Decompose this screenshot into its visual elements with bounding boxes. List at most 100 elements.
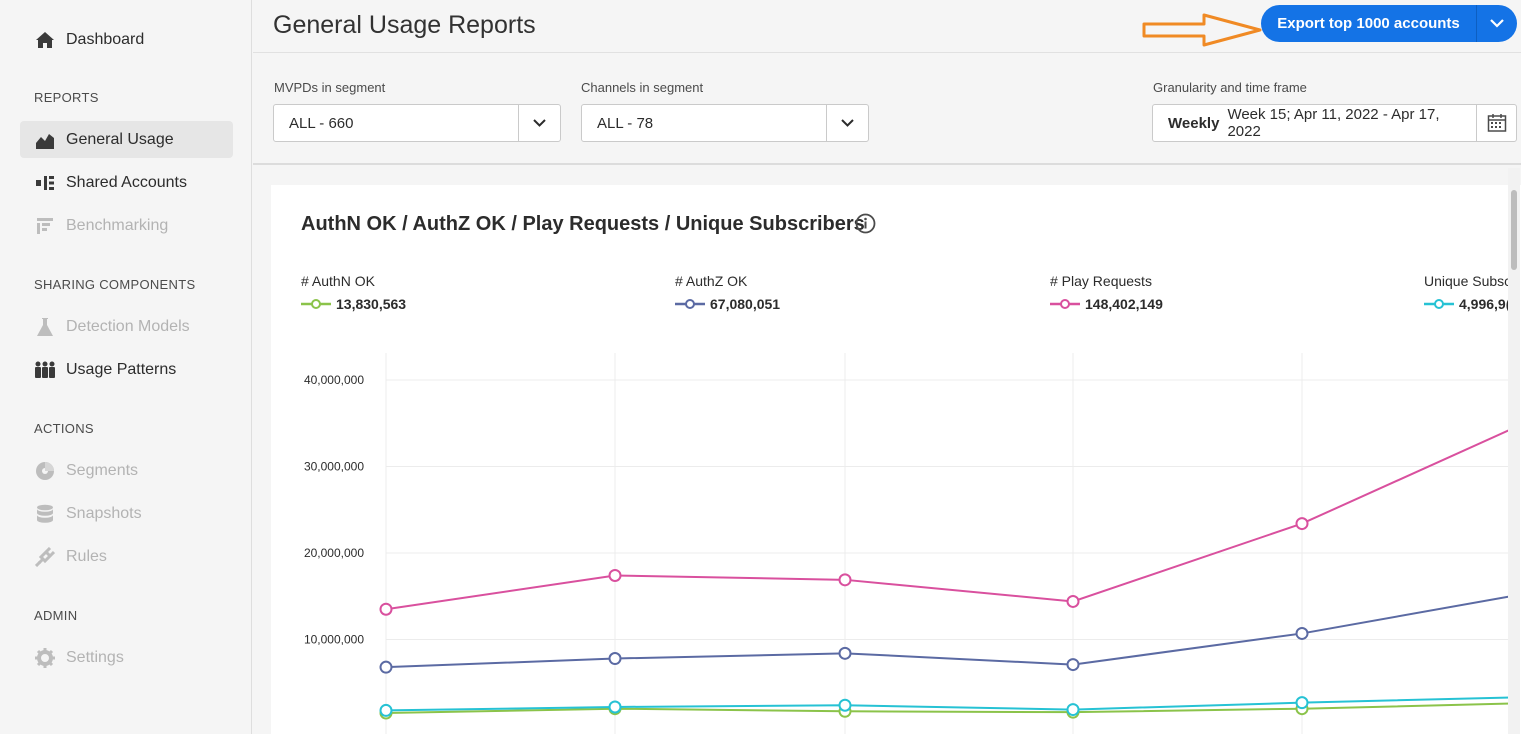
area-chart-icon	[34, 129, 56, 151]
data-point[interactable]	[1295, 626, 1309, 640]
sidebar-item-usage-patterns[interactable]: Usage Patterns	[20, 351, 233, 388]
sidebar-item-rules[interactable]: Rules	[20, 538, 233, 575]
channels-picker[interactable]: ALL - 78	[581, 104, 869, 142]
mvpds-value: ALL - 660	[289, 114, 354, 132]
sidebar-item-general-usage[interactable]: General Usage	[20, 121, 233, 158]
chevron-down-icon	[518, 105, 560, 141]
legend-label: # AuthN OK	[301, 273, 375, 289]
main-content: General Usage Reports Export top 1000 ac…	[253, 0, 1521, 734]
legend-authz: # AuthZ OK 67,080,051	[675, 273, 780, 312]
section-admin: ADMIN	[34, 608, 78, 623]
legend-swatch	[675, 299, 705, 309]
section-reports: REPORTS	[34, 90, 99, 105]
data-point[interactable]	[379, 703, 393, 717]
section-actions: ACTIONS	[34, 421, 94, 436]
filters-divider	[253, 163, 1521, 165]
sidebar-item-settings[interactable]: Settings	[20, 639, 233, 676]
plug-icon	[34, 546, 56, 568]
data-point[interactable]	[608, 568, 622, 582]
sidebar-item-snapshots[interactable]: Snapshots	[20, 495, 233, 532]
page-title: General Usage Reports	[273, 11, 536, 39]
app-window: Dashboard REPORTS General Usage Shared A…	[0, 0, 1521, 734]
legend-total: 13,830,563	[301, 296, 406, 312]
sidebar-item-label: Dashboard	[66, 30, 145, 48]
data-point[interactable]	[838, 698, 852, 712]
legend-label: Unique Subscr	[1424, 273, 1516, 289]
sidebar-item-label: Usage Patterns	[66, 360, 177, 378]
data-point[interactable]	[608, 700, 622, 714]
legend-total: 148,402,149	[1050, 296, 1163, 312]
data-point[interactable]	[1066, 594, 1080, 608]
scrollbar-thumb[interactable]	[1511, 190, 1517, 270]
granularity-timeframe-picker[interactable]: Weekly Week 15; Apr 11, 2022 - Apr 17, 2…	[1152, 104, 1517, 142]
benchmark-icon	[34, 215, 56, 237]
section-sharing-components: SHARING COMPONENTS	[34, 277, 196, 292]
sidebar-item-label: General Usage	[66, 130, 174, 148]
legend-label: # Play Requests	[1050, 273, 1152, 289]
chevron-down-icon	[826, 105, 868, 141]
sidebar: Dashboard REPORTS General Usage Shared A…	[0, 0, 252, 734]
sidebar-item-label: Snapshots	[66, 504, 142, 522]
channels-value: ALL - 78	[597, 114, 654, 132]
orange-arrow-annotation	[1142, 13, 1262, 47]
sidebar-item-label: Rules	[66, 547, 107, 565]
data-point[interactable]	[608, 652, 622, 666]
y-tick-label: 10,000,000	[304, 633, 364, 647]
export-top-accounts-button[interactable]: Export top 1000 accounts	[1261, 5, 1517, 42]
data-point[interactable]	[1066, 658, 1080, 672]
legend-total: 4,996,9(	[1424, 296, 1521, 312]
y-tick-label: 40,000,000	[304, 373, 364, 387]
calendar-icon[interactable]	[1476, 105, 1516, 141]
sidebar-item-label: Shared Accounts	[66, 173, 187, 191]
sidebar-item-label: Segments	[66, 461, 139, 479]
legend-play-requests: # Play Requests 148,402,149	[1050, 273, 1163, 312]
segments-icon	[34, 460, 56, 482]
line-chart: 10,000,000 20,000,000 30,000,000 40,000,000	[304, 353, 1511, 734]
mvpds-picker[interactable]: ALL - 660	[273, 104, 561, 142]
legend-label: # AuthZ OK	[675, 273, 748, 289]
mvpds-label: MVPDs in segment	[274, 80, 386, 95]
info-icon[interactable]	[855, 213, 876, 234]
export-button-label: Export top 1000 accounts	[1261, 5, 1477, 42]
legend-swatch	[1050, 299, 1080, 309]
sidebar-item-benchmarking[interactable]: Benchmarking	[20, 207, 233, 244]
sidebar-item-label: Benchmarking	[66, 216, 169, 234]
series-line	[385, 428, 1511, 611]
legend-swatch	[1424, 299, 1454, 309]
chevron-down-icon[interactable]	[1477, 19, 1517, 28]
shared-accounts-icon	[34, 172, 56, 194]
home-icon	[34, 29, 56, 51]
y-tick-label: 30,000,000	[304, 460, 364, 474]
data-point[interactable]	[1295, 696, 1309, 710]
sidebar-item-segments[interactable]: Segments	[20, 452, 233, 489]
sidebar-item-shared-accounts[interactable]: Shared Accounts	[20, 164, 233, 201]
y-tick-label: 20,000,000	[304, 546, 364, 560]
data-point[interactable]	[838, 646, 852, 660]
chart-card: AuthN OK / AuthZ OK / Play Requests / Un…	[271, 185, 1521, 734]
sidebar-item-label: Settings	[66, 648, 124, 666]
data-point[interactable]	[379, 602, 393, 616]
channels-label: Channels in segment	[581, 80, 704, 95]
users-group-icon	[34, 359, 56, 381]
chart-title: AuthN OK / AuthZ OK / Play Requests / Un…	[301, 213, 865, 235]
series-line	[385, 595, 1511, 669]
database-icon	[34, 503, 56, 525]
legend-unique-subscribers: Unique Subscr 4,996,9(	[1424, 273, 1521, 312]
timeframe-value: Week 15; Apr 11, 2022 - Apr 17, 2022	[1227, 106, 1440, 140]
sidebar-item-dashboard[interactable]: Dashboard	[20, 21, 233, 58]
scrollbar[interactable]	[1508, 168, 1520, 734]
flask-icon	[34, 316, 56, 338]
gear-icon	[34, 647, 56, 669]
header-divider	[253, 52, 1521, 53]
legend-swatch	[301, 299, 331, 309]
granularity-value: Weekly	[1168, 114, 1220, 132]
sidebar-item-detection-models[interactable]: Detection Models	[20, 308, 233, 345]
data-point[interactable]	[838, 573, 852, 587]
data-point[interactable]	[379, 660, 393, 674]
legend-total: 67,080,051	[675, 296, 780, 312]
sidebar-item-label: Detection Models	[66, 317, 190, 335]
data-point[interactable]	[1295, 517, 1309, 531]
data-point[interactable]	[1066, 703, 1080, 717]
legend-authn: # AuthN OK 13,830,563	[301, 273, 406, 312]
granularity-label: Granularity and time frame	[1153, 80, 1307, 95]
